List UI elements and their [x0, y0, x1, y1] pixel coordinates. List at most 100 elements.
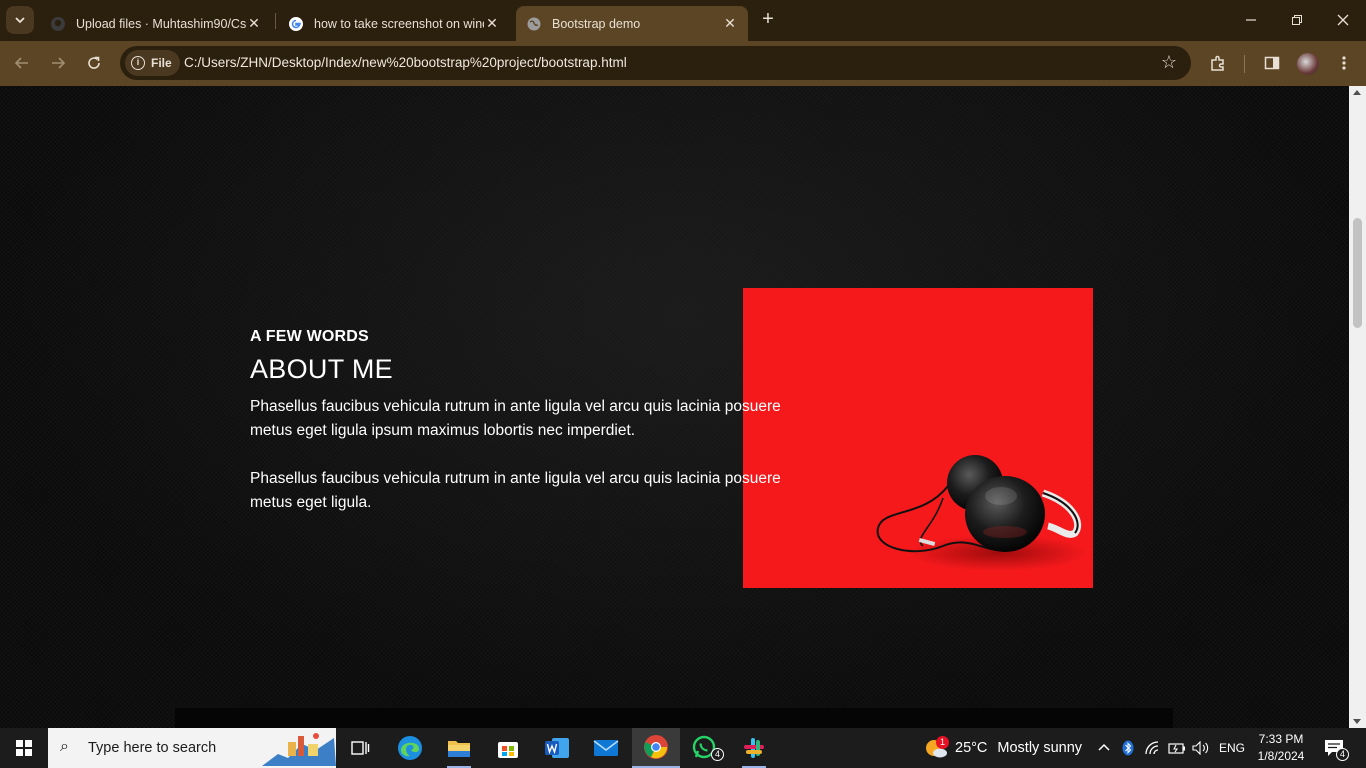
minimize-icon — [1246, 19, 1256, 21]
reload-button[interactable] — [80, 49, 108, 77]
file-explorer-button[interactable] — [435, 728, 483, 768]
slack-icon — [744, 738, 764, 758]
bookmark-star-icon[interactable]: ☆ — [1161, 52, 1177, 73]
side-panel-icon — [1264, 56, 1280, 70]
edge-icon — [398, 736, 422, 760]
store-icon — [498, 742, 518, 758]
profile-avatar[interactable] — [1297, 53, 1319, 75]
puzzle-icon — [1211, 55, 1224, 71]
input-language[interactable]: ENG — [1219, 728, 1245, 768]
tab-upload-files[interactable]: Upload files · Muhtashim90/Css ✕ — [40, 6, 272, 41]
scroll-up-arrow-icon[interactable] — [1353, 90, 1361, 95]
google-icon — [289, 16, 303, 31]
battery-charging-icon — [1168, 743, 1185, 754]
chrome-app-button[interactable] — [632, 728, 680, 768]
clock-date: 1/8/2024 — [1257, 749, 1305, 763]
task-view-button[interactable] — [336, 728, 384, 768]
edge-app-button[interactable] — [386, 728, 434, 768]
about-paragraph: Phasellus faucibus vehicula rutrum in an… — [250, 398, 781, 439]
volume-tray-button[interactable] — [1192, 728, 1210, 768]
back-button[interactable] — [8, 49, 36, 77]
clock-time: 7:33 PM — [1258, 732, 1304, 746]
close-window-button[interactable] — [1320, 0, 1366, 40]
about-section: A FEW WORDS ABOUT ME Phasellus faucibus … — [250, 328, 810, 515]
section-heading: ABOUT ME — [250, 354, 393, 384]
search-placeholder: Type here to search — [88, 740, 217, 756]
bluetooth-icon — [1122, 740, 1134, 756]
arrow-right-icon — [52, 57, 66, 69]
minimize-button[interactable] — [1228, 0, 1274, 40]
search-highlight-illustration — [258, 730, 336, 766]
folder-icon — [448, 741, 470, 757]
weather-alert-badge: 1 — [936, 736, 949, 749]
restore-button[interactable] — [1274, 0, 1320, 40]
new-tab-button[interactable]: + — [756, 8, 780, 32]
more-vertical-icon — [1342, 56, 1346, 70]
page-scrollbar[interactable] — [1349, 86, 1366, 728]
menu-button[interactable] — [1332, 51, 1356, 75]
wifi-icon — [1145, 741, 1159, 755]
address-bar[interactable]: i File C:/Users/ZHN/Desktop/Index/new%20… — [120, 46, 1191, 80]
windows-taskbar: ⌕ Type here to search 4 1 25°C Mostly su… — [0, 728, 1366, 768]
taskbar-search-box[interactable]: ⌕ Type here to search — [48, 728, 336, 768]
site-info-chip[interactable]: i File — [125, 50, 180, 76]
scrollbar-thumb[interactable] — [1353, 218, 1362, 328]
whatsapp-app-button[interactable]: 4 — [681, 728, 729, 768]
network-tray-button[interactable] — [1145, 728, 1163, 768]
weather-temperature: 25°C — [955, 740, 988, 756]
close-tab-icon[interactable]: ✕ — [246, 15, 262, 32]
tab-title: Upload files · Muhtashim90/Css — [76, 16, 246, 31]
url-text[interactable]: C:/Users/ZHN/Desktop/Index/new%20bootstr… — [184, 55, 627, 70]
search-icon: ⌕ — [60, 738, 69, 755]
chrome-icon — [644, 735, 668, 759]
word-icon — [545, 738, 569, 758]
forward-button[interactable] — [44, 49, 72, 77]
browser-toolbar: i File C:/Users/ZHN/Desktop/Index/new%20… — [0, 41, 1366, 86]
slack-app-button[interactable] — [730, 728, 778, 768]
chevron-up-icon — [1098, 743, 1110, 751]
weather-condition: Mostly sunny — [997, 740, 1083, 756]
scroll-down-arrow-icon[interactable] — [1353, 719, 1361, 724]
next-section-edge — [175, 708, 1173, 728]
section-eyebrow: A FEW WORDS — [250, 328, 369, 345]
reload-icon — [88, 56, 100, 69]
word-app-button[interactable] — [533, 728, 581, 768]
restore-icon — [1292, 15, 1302, 25]
speaker-icon — [1192, 741, 1209, 755]
notification-center-button[interactable]: 4 — [1324, 728, 1349, 768]
close-icon — [1337, 14, 1349, 26]
mail-app-button[interactable] — [582, 728, 630, 768]
extensions-button[interactable] — [1206, 51, 1230, 75]
battery-tray-button[interactable] — [1168, 728, 1186, 768]
close-tab-icon[interactable]: ✕ — [722, 15, 738, 32]
task-view-icon — [351, 741, 370, 755]
tab-search-button[interactable] — [6, 6, 34, 34]
tab-bootstrap-demo[interactable]: Bootstrap demo ✕ — [516, 6, 748, 41]
chevron-down-icon — [15, 17, 25, 24]
mail-icon — [593, 740, 619, 756]
tab-separator — [275, 13, 276, 29]
globe-icon — [527, 17, 541, 30]
arrow-left-icon — [14, 57, 28, 69]
about-paragraph: Phasellus faucibus vehicula rutrum in an… — [250, 470, 781, 511]
windows-logo-icon — [16, 740, 32, 756]
close-tab-icon[interactable]: ✕ — [484, 15, 500, 32]
tab-google-search[interactable]: how to take screenshot on wind ✕ — [278, 6, 510, 41]
weather-widget[interactable]: 1 25°C Mostly sunny — [924, 728, 1082, 768]
bluetooth-tray-button[interactable] — [1122, 728, 1134, 768]
show-hidden-icons-button[interactable] — [1097, 728, 1111, 768]
side-panel-button[interactable] — [1260, 51, 1284, 75]
tab-strip: Upload files · Muhtashim90/Css ✕ how to … — [0, 0, 1366, 41]
notification-badge: 4 — [1336, 748, 1349, 761]
site-info-label: File — [151, 56, 172, 70]
start-button[interactable] — [0, 728, 48, 768]
github-icon — [51, 16, 65, 31]
system-clock[interactable]: 7:33 PM 1/8/2024 — [1250, 731, 1312, 765]
unread-badge: 4 — [711, 748, 724, 761]
tab-title: how to take screenshot on wind — [314, 16, 484, 31]
page-viewport: A FEW WORDS ABOUT ME Phasellus faucibus … — [0, 86, 1366, 728]
info-icon: i — [131, 56, 145, 70]
toolbar-divider — [1244, 55, 1245, 73]
tab-title: Bootstrap demo — [552, 16, 641, 31]
microsoft-store-button[interactable] — [484, 728, 532, 768]
